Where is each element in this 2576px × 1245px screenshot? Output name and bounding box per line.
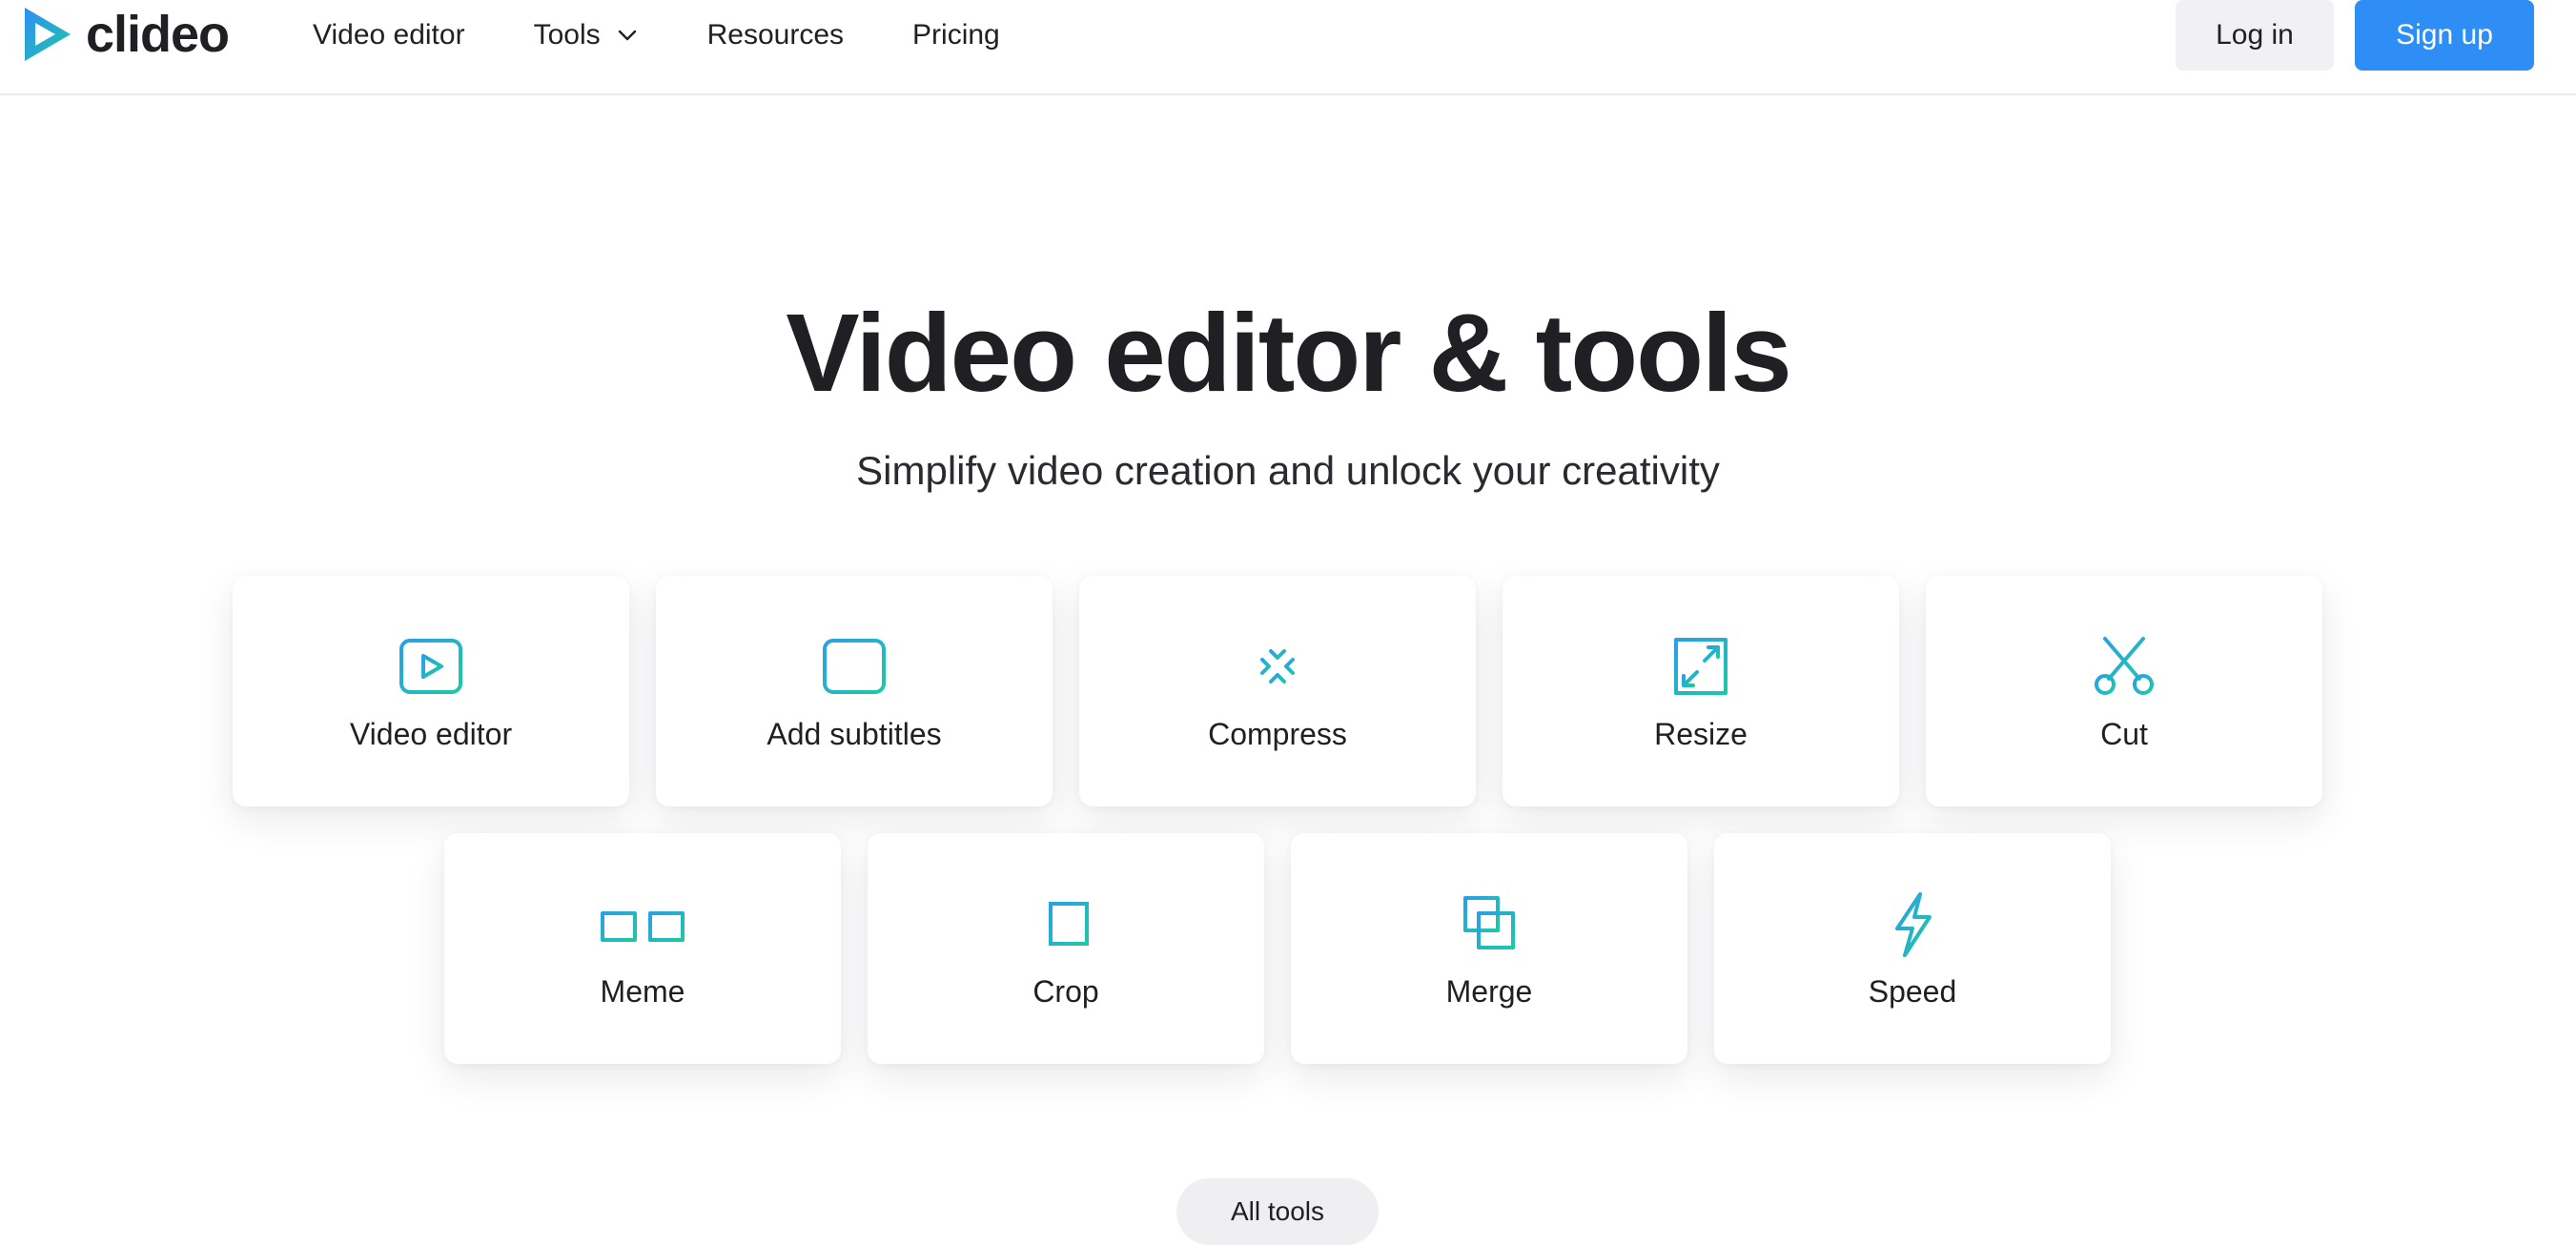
nav-resources-label: Resources bbox=[706, 19, 845, 51]
page-title: Video editor & tools bbox=[786, 291, 1792, 415]
tool-card-label: Compress bbox=[1208, 717, 1347, 751]
tool-card-crop[interactable]: Crop bbox=[868, 833, 1264, 1064]
nav-pricing[interactable]: Pricing bbox=[912, 19, 1000, 51]
tool-card-label: Cut bbox=[2100, 717, 2148, 751]
tool-card-video-editor[interactable]: Video editor bbox=[233, 576, 629, 806]
brand-name: clideo bbox=[86, 6, 230, 63]
glasses-icon bbox=[595, 892, 690, 955]
play-triangle-logo-icon bbox=[25, 8, 71, 61]
play-window-icon bbox=[383, 635, 479, 698]
tool-card-label: Resize bbox=[1654, 717, 1748, 751]
resize-arrows-icon bbox=[1653, 635, 1748, 698]
lightning-icon bbox=[1865, 892, 1960, 957]
main-nav: Video editor Tools Resources Pricing bbox=[313, 10, 1069, 61]
tool-card-label: Add subtitles bbox=[767, 717, 942, 751]
nav-tools-label: Tools bbox=[533, 19, 601, 51]
tool-card-cut[interactable]: Cut bbox=[1926, 576, 2322, 806]
page-subtitle: Simplify video creation and unlock your … bbox=[856, 448, 1720, 493]
tool-card-meme[interactable]: Meme bbox=[444, 833, 841, 1064]
merge-squares-icon bbox=[1441, 892, 1537, 955]
tool-card-label: Video editor bbox=[349, 717, 513, 751]
tool-card-merge[interactable]: Merge bbox=[1291, 833, 1687, 1064]
chevron-down-icon bbox=[618, 30, 636, 41]
nav-video-editor-label: Video editor bbox=[313, 19, 465, 51]
tool-card-add-subtitles[interactable]: Add subtitles bbox=[656, 576, 1053, 806]
scissors-icon bbox=[2076, 635, 2172, 698]
tool-card-label: Meme bbox=[600, 974, 685, 1009]
clideo-logo[interactable]: clideo bbox=[19, 4, 230, 65]
compress-arrows-icon bbox=[1230, 635, 1325, 698]
nav-tools-dropdown[interactable]: Tools bbox=[534, 19, 639, 51]
nav-pricing-label: Pricing bbox=[912, 19, 1000, 51]
tool-card-label: Speed bbox=[1868, 974, 1957, 1009]
login-button[interactable]: Log in bbox=[2176, 0, 2334, 71]
all-tools-button[interactable]: All tools bbox=[1176, 1178, 1379, 1245]
tool-card-compress[interactable]: Compress bbox=[1079, 576, 1476, 806]
nav-resources[interactable]: Resources bbox=[707, 19, 844, 51]
signup-button[interactable]: Sign up bbox=[2355, 0, 2534, 71]
top-header: clideo Video editor Tools Resources Pric… bbox=[0, 0, 2576, 95]
tool-card-speed[interactable]: Speed bbox=[1714, 833, 2111, 1064]
crop-icon bbox=[1018, 892, 1114, 955]
tool-card-label: Merge bbox=[1445, 974, 1533, 1009]
tool-card-resize[interactable]: Resize bbox=[1503, 576, 1899, 806]
nav-video-editor[interactable]: Video editor bbox=[313, 19, 465, 51]
tool-card-label: Crop bbox=[1032, 974, 1099, 1009]
subtitles-icon bbox=[807, 635, 902, 698]
